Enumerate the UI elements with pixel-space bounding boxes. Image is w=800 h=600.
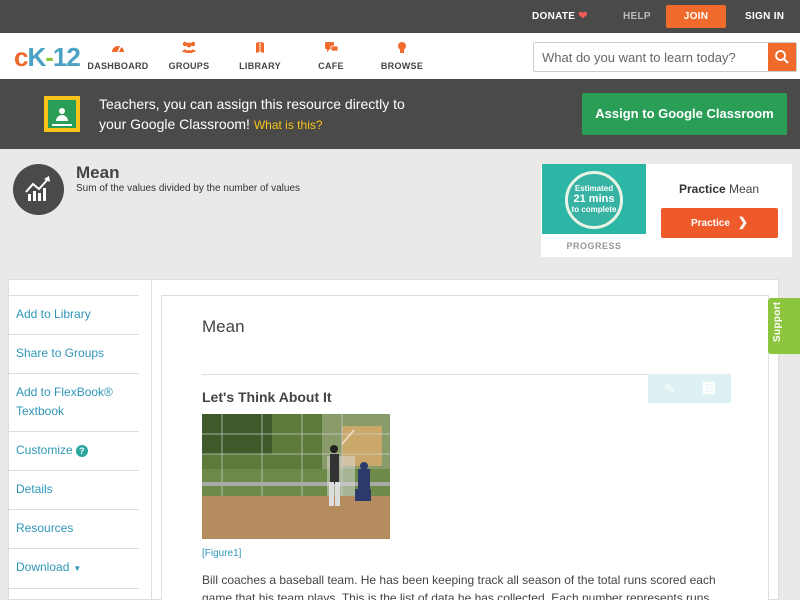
google-classroom-icon bbox=[44, 96, 80, 132]
concept-subtitle: Sum of the values divided by the number … bbox=[76, 183, 301, 194]
join-button[interactable]: JOIN bbox=[666, 5, 726, 28]
help-icon[interactable]: ? bbox=[75, 444, 88, 457]
sign-in-link[interactable]: SIGN IN bbox=[745, 0, 784, 33]
search-input[interactable] bbox=[534, 43, 770, 71]
sidebar: Add to Library Share to Groups Add to Fl… bbox=[8, 295, 139, 600]
concept-icon bbox=[13, 164, 64, 215]
lesson-paragraph: Bill coaches a baseball team. He has bee… bbox=[202, 573, 716, 600]
column-divider bbox=[151, 280, 152, 600]
classroom-line2: your Google Classroom! bbox=[99, 116, 250, 132]
sidebar-item-add-to-library[interactable]: Add to Library bbox=[8, 295, 139, 334]
sidebar-item-customize[interactable]: Customize? bbox=[8, 431, 139, 470]
sidebar-item-add-to-flexbook[interactable]: Add to FlexBook® Textbook bbox=[8, 373, 139, 431]
search-icon bbox=[775, 50, 789, 64]
progress-label: PROGRESS bbox=[566, 241, 622, 251]
section-heading: Let's Think About It bbox=[202, 389, 332, 405]
sidebar-item-download[interactable]: Download ▼ bbox=[8, 548, 139, 588]
donate-label: DONATE bbox=[532, 11, 576, 22]
heart-icon: ❤ bbox=[578, 10, 588, 22]
estimate-badge: Estimated 21 mins to complete bbox=[542, 164, 646, 234]
main-nav: cK-12 DASHBOARD GROUPS LIBRARY CAFE BROW… bbox=[0, 33, 800, 79]
classroom-line1: Teachers, you can assign this resource d… bbox=[99, 96, 405, 112]
practice-card: Estimated 21 mins to complete PROGRESS P… bbox=[541, 164, 792, 257]
google-classroom-banner: Teachers, you can assign this resource d… bbox=[0, 79, 800, 149]
support-tab[interactable]: Support bbox=[768, 298, 800, 354]
gauge-icon bbox=[83, 41, 153, 57]
sidebar-item-details[interactable]: Details bbox=[8, 470, 139, 509]
figure-caption[interactable]: [Figure1] bbox=[202, 548, 241, 559]
classroom-message: Teachers, you can assign this resource d… bbox=[99, 94, 519, 135]
nav-cafe[interactable]: CAFE bbox=[296, 41, 366, 71]
lesson-content: Mean ✎ Let's Think About It [Figure1] Bi… bbox=[161, 295, 769, 600]
nav-library[interactable]: LIBRARY bbox=[225, 41, 295, 71]
top-utility-bar: DONATE ❤ HELP JOIN SIGN IN bbox=[0, 0, 800, 33]
notes-icon[interactable] bbox=[702, 381, 716, 398]
nav-groups[interactable]: GROUPS bbox=[154, 41, 224, 71]
pencil-icon[interactable]: ✎ bbox=[664, 381, 675, 397]
search-button[interactable] bbox=[768, 43, 796, 71]
search-box bbox=[533, 42, 797, 72]
sidebar-item-share-to-groups[interactable]: Share to Groups bbox=[8, 334, 139, 373]
chart-trend-icon bbox=[25, 176, 50, 201]
lesson-heading: Mean bbox=[202, 317, 245, 336]
nav-browse[interactable]: BROWSE bbox=[367, 41, 437, 71]
lightbulb-icon bbox=[367, 41, 437, 57]
practice-title: Practice Mean bbox=[679, 182, 760, 196]
nav-dashboard[interactable]: DASHBOARD bbox=[83, 41, 153, 71]
caret-down-icon: ▼ bbox=[73, 564, 82, 573]
sidebar-item-quick-tips[interactable]: Quick Tips bbox=[8, 588, 139, 600]
chat-icon bbox=[296, 41, 366, 57]
concept-title: Mean bbox=[76, 163, 120, 182]
book-icon bbox=[225, 41, 295, 57]
sidebar-item-resources[interactable]: Resources bbox=[8, 509, 139, 548]
ck12-logo[interactable]: cK-12 bbox=[14, 42, 81, 73]
content-tools: ✎ bbox=[648, 374, 731, 403]
assign-classroom-button[interactable]: Assign to Google Classroom bbox=[582, 93, 787, 135]
donate-link[interactable]: DONATE ❤ bbox=[532, 0, 588, 33]
what-is-this-link[interactable]: What is this? bbox=[254, 118, 323, 132]
help-link[interactable]: HELP bbox=[623, 0, 651, 33]
people-icon bbox=[154, 41, 224, 57]
baseball-photo bbox=[202, 414, 390, 539]
chevron-right-icon: ❯ bbox=[737, 215, 748, 229]
practice-button[interactable]: Practice ❯ bbox=[661, 208, 778, 238]
